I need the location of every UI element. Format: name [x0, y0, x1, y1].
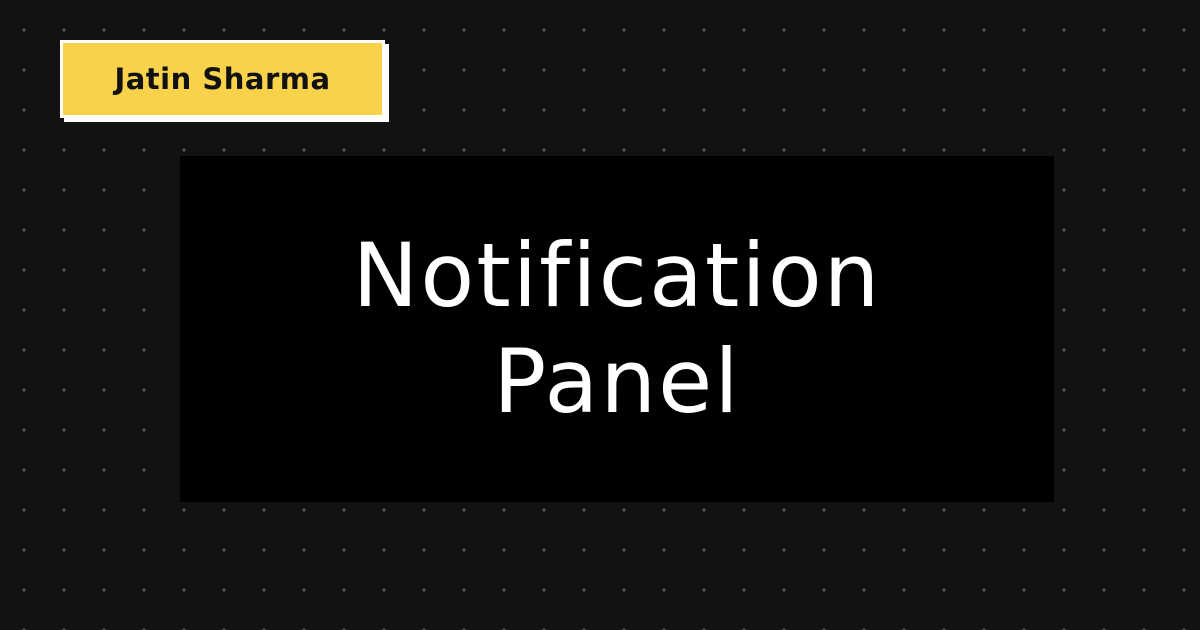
title-line-2: Panel — [493, 330, 741, 433]
page-title: Notification Panel — [353, 223, 882, 435]
author-name: Jatin Sharma — [114, 62, 331, 96]
title-panel: Notification Panel — [180, 156, 1054, 502]
title-line-1: Notification — [352, 224, 882, 327]
post-cover: { "author": { "name": "Jatin Sharma" }, … — [0, 0, 1200, 630]
author-badge: Jatin Sharma — [60, 40, 385, 118]
